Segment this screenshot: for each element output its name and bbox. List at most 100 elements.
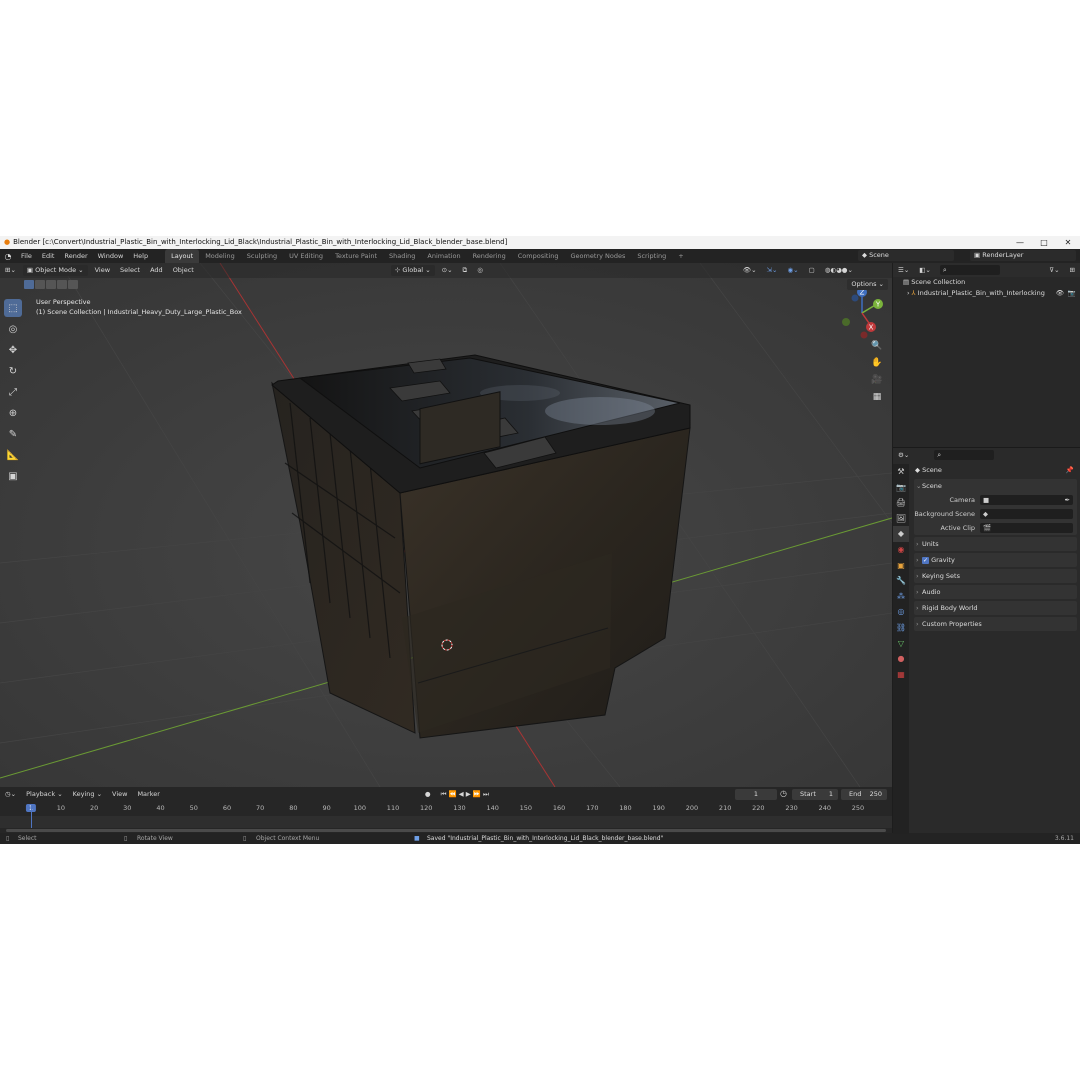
outliner-search-input[interactable]: ⌕ xyxy=(939,265,1000,275)
data-tab-icon[interactable]: ▽ xyxy=(893,636,909,652)
select-box-tool-icon[interactable]: ⬚ xyxy=(4,299,22,317)
menu-select[interactable]: Select xyxy=(115,263,145,278)
menu-render[interactable]: Render xyxy=(59,249,92,263)
start-frame-field[interactable]: Start 1 xyxy=(792,789,838,800)
custom-properties-panel-header[interactable]: Custom Properties xyxy=(914,617,1077,631)
transform-tool-icon[interactable]: ⊕ xyxy=(4,404,22,422)
properties-editor-icon[interactable]: ⚙⌄ xyxy=(893,448,914,463)
maximize-button[interactable]: □ xyxy=(1032,236,1056,249)
xray-icon[interactable]: ▢ xyxy=(804,263,820,278)
tab-texture-paint[interactable]: Texture Paint xyxy=(329,249,383,263)
frame-ruler[interactable]: 1102030405060708090100110120130140150160… xyxy=(0,804,892,816)
selection-mode-buttons[interactable] xyxy=(24,280,78,289)
playback-controls[interactable]: ⏮ ⏪ ◀ ▶ ⏩ ⏭ xyxy=(436,787,494,802)
physics-tab-icon[interactable]: ◎ xyxy=(893,604,909,620)
snap-icon[interactable]: ⧉ xyxy=(458,263,473,278)
end-frame-field[interactable]: End 250 xyxy=(841,789,887,800)
menu-playback[interactable]: Playback ⌄ xyxy=(21,787,68,802)
units-panel-header[interactable]: Units xyxy=(914,537,1077,551)
tab-shading[interactable]: Shading xyxy=(383,249,421,263)
pan-hand-icon[interactable]: ✋ xyxy=(870,356,884,370)
tab-sculpting[interactable]: Sculpting xyxy=(241,249,283,263)
texture-tab-icon[interactable]: ▦ xyxy=(893,667,909,683)
outliner-scene-collection[interactable]: ▤ Scene Collection xyxy=(893,277,1080,288)
scale-tool-icon[interactable]: ⤢ xyxy=(4,383,22,401)
outliner-item[interactable]: › ⅄ Industrial_Plastic_Bin_with_Interloc… xyxy=(893,288,1080,299)
menu-add[interactable]: Add xyxy=(145,263,168,278)
tab-uv-editing[interactable]: UV Editing xyxy=(283,249,329,263)
mode-selector[interactable]: ▣ Object Mode ⌄ xyxy=(22,265,88,276)
overlay-toggle-icon[interactable]: ◉⌄ xyxy=(782,263,803,278)
zoom-icon[interactable]: 🔍 xyxy=(870,339,884,353)
pivot-icon[interactable]: ⊙⌄ xyxy=(437,263,458,278)
cursor-tool-icon[interactable]: ◎ xyxy=(4,320,22,338)
constraints-tab-icon[interactable]: ⛓ xyxy=(893,620,909,636)
eye-icon[interactable]: 👁 xyxy=(1056,288,1064,299)
properties-search-input[interactable]: ⌕ xyxy=(934,450,995,460)
world-tab-icon[interactable]: ◉ xyxy=(893,542,909,558)
menu-marker[interactable]: Marker xyxy=(132,787,164,802)
camera-view-icon[interactable]: 🎥 xyxy=(870,373,884,387)
outliner-editor-icon[interactable]: ☰⌄ xyxy=(893,263,914,278)
menu-timeline-view[interactable]: View xyxy=(107,787,132,802)
tab-layout[interactable]: Layout xyxy=(165,249,200,263)
tab-modeling[interactable]: Modeling xyxy=(199,249,241,263)
timeline-track[interactable] xyxy=(0,804,892,828)
measure-tool-icon[interactable]: 📐 xyxy=(4,446,22,464)
tab-geometry-nodes[interactable]: Geometry Nodes xyxy=(565,249,632,263)
tool-tab-icon[interactable]: ⚒ xyxy=(893,464,909,480)
object-tab-icon[interactable]: ▣ xyxy=(893,558,909,574)
particles-tab-icon[interactable]: ⁂ xyxy=(893,589,909,605)
move-tool-icon[interactable]: ✥ xyxy=(4,341,22,359)
audio-panel-header[interactable]: Audio xyxy=(914,585,1077,599)
timeline-scrollbar[interactable] xyxy=(6,829,886,832)
menu-edit[interactable]: Edit xyxy=(37,249,60,263)
orientation-selector[interactable]: ⊹ Global ⌄ xyxy=(390,265,435,276)
viewport-scene[interactable]: Z Y X xyxy=(0,263,892,787)
gravity-panel-header[interactable]: ✓ Gravity xyxy=(914,553,1077,567)
current-frame-field[interactable]: 1 xyxy=(735,789,777,800)
tab-scripting[interactable]: Scripting xyxy=(631,249,672,263)
modifier-tab-icon[interactable]: 🔧 xyxy=(893,573,909,589)
new-collection-icon[interactable]: ⊞ xyxy=(1065,263,1080,278)
menu-file[interactable]: File xyxy=(16,249,37,263)
menu-object[interactable]: Object xyxy=(168,263,199,278)
menu-window[interactable]: Window xyxy=(93,249,129,263)
menu-keying[interactable]: Keying ⌄ xyxy=(68,787,107,802)
proportional-edit-icon[interactable]: ◎ xyxy=(472,263,488,278)
tab-animation[interactable]: Animation xyxy=(421,249,466,263)
minimize-button[interactable]: — xyxy=(1008,236,1032,249)
rigid-body-world-panel-header[interactable]: Rigid Body World xyxy=(914,601,1077,615)
tab-rendering[interactable]: Rendering xyxy=(467,249,512,263)
editor-type-icon[interactable]: ⊞⌄ xyxy=(0,263,21,278)
scene-panel-header[interactable]: Scene xyxy=(914,479,1077,493)
visibility-icon[interactable]: 👁⌄ xyxy=(738,263,762,278)
scene-tab-icon[interactable]: ◆ xyxy=(893,526,909,542)
render-tab-icon[interactable]: 📷 xyxy=(893,480,909,496)
camera-field[interactable]: ■ ✒ xyxy=(980,495,1073,505)
annotate-tool-icon[interactable]: ✎ xyxy=(4,425,22,443)
shading-modes-icon[interactable]: ◍◐◕●⌄ xyxy=(820,263,858,278)
camera-render-icon[interactable]: 📷 xyxy=(1068,288,1076,299)
display-mode-icon[interactable]: ◧⌄ xyxy=(914,263,936,278)
pin-icon[interactable]: 📌 xyxy=(1066,464,1074,477)
filter-icon[interactable]: ⊽⌄ xyxy=(1044,263,1064,278)
background-scene-field[interactable]: ◆ xyxy=(980,509,1073,519)
scene-selector[interactable]: ◆ Scene xyxy=(858,250,954,261)
blender-menu-icon[interactable]: ◔ xyxy=(0,252,16,261)
3d-viewport[interactable]: Z Y X ⊞⌄ ▣ Object Mode ⌄ View Select Add… xyxy=(0,263,892,787)
view-layer-selector[interactable]: ▣ RenderLayer xyxy=(970,250,1076,261)
gravity-checkbox[interactable]: ✓ xyxy=(922,557,929,564)
material-tab-icon[interactable]: ● xyxy=(893,651,909,667)
options-dropdown[interactable]: Options ⌄ xyxy=(847,279,888,290)
clock-icon[interactable]: ◷ xyxy=(780,789,787,798)
menu-help[interactable]: Help xyxy=(128,249,153,263)
record-icon[interactable]: ● xyxy=(420,787,436,802)
menu-view[interactable]: View xyxy=(90,263,115,278)
tab-compositing[interactable]: Compositing xyxy=(512,249,565,263)
add-cube-tool-icon[interactable]: ▣ xyxy=(4,467,22,485)
eyedropper-icon[interactable]: ✒ xyxy=(1065,495,1070,505)
playhead[interactable] xyxy=(31,804,32,828)
keying-sets-panel-header[interactable]: Keying Sets xyxy=(914,569,1077,583)
output-tab-icon[interactable]: 🖨 xyxy=(893,495,909,511)
